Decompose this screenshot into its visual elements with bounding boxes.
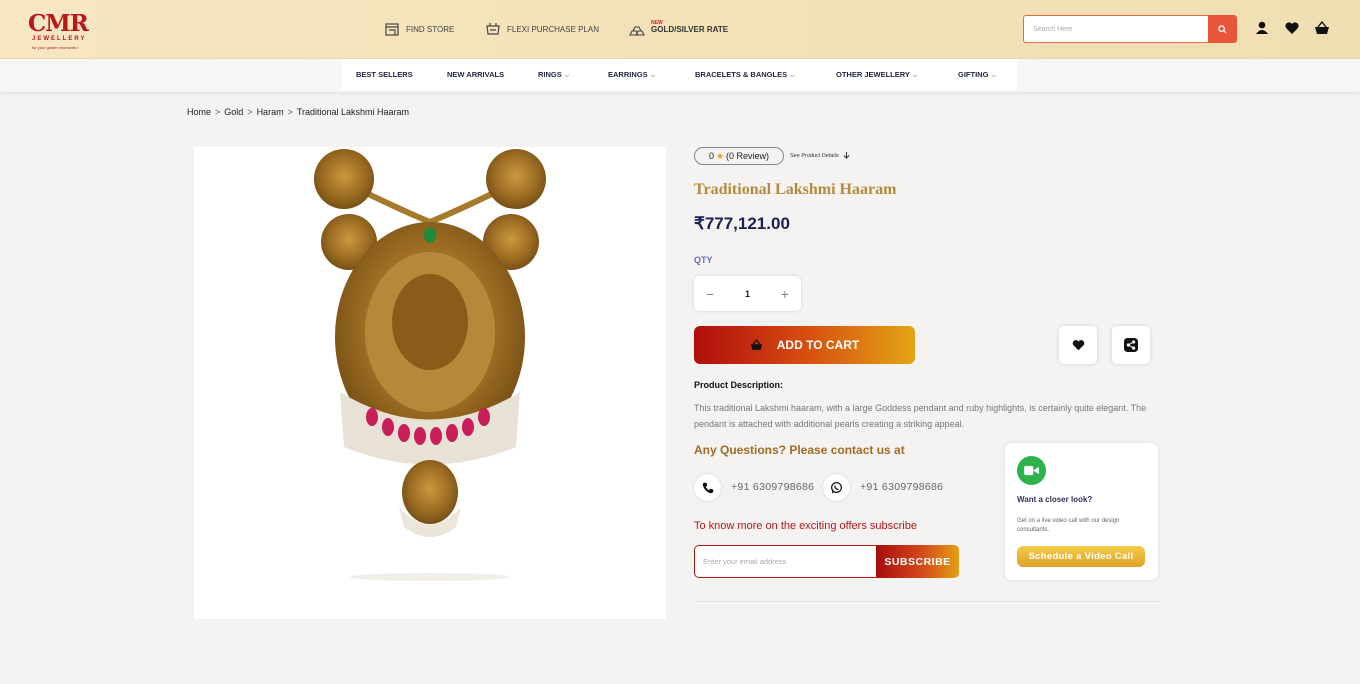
gold-bars-icon [629, 26, 645, 36]
product-price: ₹777,121.00 [694, 214, 790, 233]
search-button[interactable] [1208, 15, 1237, 43]
nav-new-arrivals[interactable]: NEW ARRIVALS [447, 70, 504, 79]
flexi-plan-link[interactable]: FLEXI PURCHASE PLAN [485, 21, 599, 37]
breadcrumb-separator: > [287, 107, 293, 117]
basket-icon[interactable] [1314, 20, 1330, 36]
gold-rate-link[interactable]: NEW GOLD/SILVER RATE [629, 19, 729, 37]
add-to-cart-button[interactable]: ADD TO CART [694, 326, 915, 364]
schedule-video-call-button[interactable]: Schedule a Video Call [1017, 546, 1145, 567]
search-icon [1218, 24, 1227, 34]
top-header: CMR JEWELLERY for your golden moments ! … [0, 0, 1360, 59]
logo-tagline: for your golden moments ! [32, 45, 79, 50]
find-store-label: FIND STORE [406, 24, 455, 34]
breadcrumb-haram[interactable]: Haram [257, 107, 284, 117]
arrow-down-icon [843, 152, 850, 159]
chevron-down-icon: ⌵ [912, 73, 918, 79]
search-bar [1023, 15, 1237, 43]
nav-label: OTHER JEWELLERY [836, 70, 910, 79]
breadcrumb-separator: > [247, 107, 253, 117]
see-product-details-link[interactable]: See Product Details [790, 152, 850, 159]
necklace-illustration [314, 149, 546, 581]
video-call-card: Want a closer look? Get on a live video … [1005, 443, 1158, 580]
subscribe-button[interactable]: SUBSCRIBE [876, 545, 959, 578]
product-title: Traditional Lakshmi Haaram [694, 181, 897, 198]
logo-text: CMR [28, 10, 89, 37]
nav-label: GIFTING [958, 70, 989, 79]
qty-label: QTY [694, 255, 713, 265]
video-call-title: Want a closer look? [1017, 495, 1093, 504]
share-button[interactable] [1112, 326, 1150, 364]
qty-decrease-button[interactable]: − [706, 286, 714, 302]
breadcrumb-current: Traditional Lakshmi Haaram [296, 107, 410, 117]
chevron-down-icon: ⌵ [650, 73, 656, 79]
video-call-text: Get on a live video call with our design… [1017, 518, 1120, 533]
subscribe-heading: To know more on the exciting offers subs… [694, 520, 917, 532]
chevron-down-icon: ⌵ [991, 73, 996, 79]
basket-icon [750, 339, 762, 350]
main-nav: BEST SELLERS NEW ARRIVALS RINGS ⌵ EARRING… [342, 59, 1017, 90]
rating-value: 0 [708, 151, 714, 161]
nav-rings[interactable]: RINGS ⌵ [538, 70, 569, 80]
breadcrumb-gold[interactable]: Gold [224, 107, 243, 117]
flexi-plan-label: FLEXI PURCHASE PLAN [507, 24, 600, 34]
phone-icon [702, 482, 713, 493]
phone-button[interactable] [694, 474, 721, 501]
star-icon: ★ [715, 150, 725, 161]
whatsapp-number[interactable]: +91 6309798686 [860, 481, 943, 493]
breadcrumb-home[interactable]: Home [187, 107, 211, 117]
divider [694, 601, 1159, 602]
new-badge: NEW [651, 19, 663, 26]
nav-label: RINGS [538, 70, 562, 79]
email-field[interactable] [694, 545, 877, 578]
store-icon [385, 23, 399, 36]
nav-bracelets-bangles[interactable]: BRACELETS & BANGLES ⌵ [695, 70, 795, 80]
nav-label: BEST SELLERS [356, 70, 413, 79]
heart-icon [1072, 340, 1084, 351]
whatsapp-icon [831, 482, 842, 494]
breadcrumb-separator: > [215, 107, 221, 117]
whatsapp-button[interactable] [823, 474, 850, 501]
nav-earrings[interactable]: EARRINGS ⌵ [608, 70, 655, 80]
product-description: This traditional Lakshmi haaram, with a … [694, 403, 1147, 429]
see-details-label: See Product Details [790, 152, 839, 159]
user-icon[interactable] [1254, 20, 1270, 36]
rating-pill[interactable]: 0 ★ (0 Review) [694, 147, 784, 165]
nav-label: BRACELETS & BANGLES [695, 70, 788, 79]
nav-band: BEST SELLERS NEW ARRIVALS RINGS ⌵ EARRING… [0, 59, 1360, 92]
breadcrumb: Home > Gold > Haram > Traditional Lakshm… [187, 107, 409, 117]
product-image[interactable] [194, 147, 666, 619]
description-title: Product Description: [694, 380, 784, 390]
nav-gifting[interactable]: GIFTING ⌵ [958, 70, 996, 80]
gold-rate-label: GOLD/SILVER RATE [651, 24, 729, 34]
nav-best-sellers[interactable]: BEST SELLERS [356, 70, 413, 79]
chevron-down-icon: ⌵ [790, 73, 795, 79]
wishlist-button[interactable] [1059, 326, 1097, 364]
nav-other-jewellery[interactable]: OTHER JEWELLERY ⌵ [836, 70, 917, 80]
phone-number[interactable]: +91 6309798686 [731, 481, 814, 493]
video-camera-icon [1017, 456, 1046, 485]
logo-sub: JEWELLERY [32, 36, 87, 42]
find-store-link[interactable]: FIND STORE [384, 21, 454, 37]
calendar-cart-icon [486, 23, 500, 35]
add-to-cart-label: ADD TO CART [776, 338, 860, 352]
heart-icon[interactable] [1284, 20, 1300, 36]
contact-heading: Any Questions? Please contact us at [694, 443, 905, 457]
quantity-stepper: − 1 + [694, 276, 801, 311]
qty-increase-button[interactable]: + [781, 286, 789, 302]
share-icon [1124, 338, 1138, 352]
search-input[interactable] [1023, 15, 1208, 43]
brand-logo[interactable]: CMR JEWELLERY for your golden moments ! [28, 10, 90, 52]
nav-label: NEW ARRIVALS [447, 70, 505, 79]
chevron-down-icon: ⌵ [564, 73, 570, 79]
nav-label: EARRINGS [608, 70, 648, 79]
rating-count: (0 Review) [726, 151, 770, 161]
qty-value[interactable]: 1 [745, 289, 750, 299]
